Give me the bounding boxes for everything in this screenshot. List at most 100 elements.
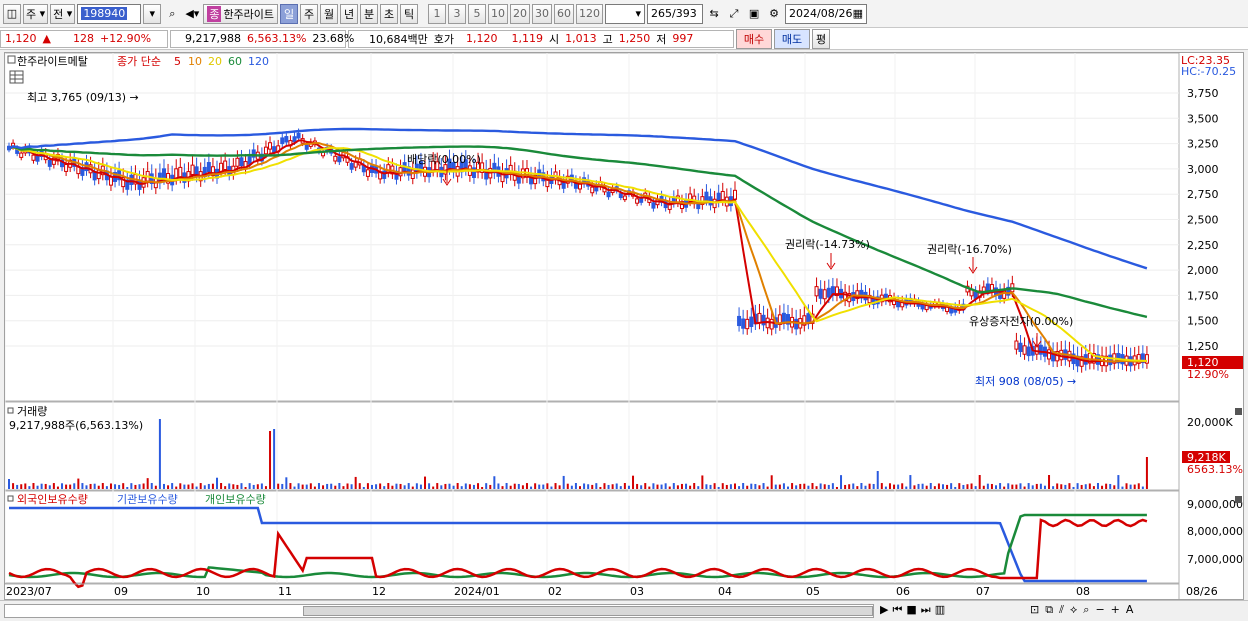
name-field[interactable]: 종 한주라이트 (203, 3, 279, 24)
code-dropdown-button[interactable]: ▾ (143, 3, 162, 24)
candle-body (732, 189, 737, 200)
price-panel[interactable] (4, 52, 1180, 402)
volume-bar (705, 484, 708, 489)
candle-body (1108, 354, 1113, 366)
copy-icon[interactable]: ⧉ (1045, 603, 1053, 617)
candle-body (35, 155, 40, 162)
plus-icon[interactable]: + (1111, 603, 1120, 617)
x-tick-label: 2024/01 (454, 585, 500, 598)
candle-body (651, 202, 656, 209)
volume-bar (778, 484, 781, 489)
price-y-tick: 2,750 (1187, 188, 1219, 201)
volume-bar (383, 486, 386, 489)
candle-body (1038, 344, 1043, 355)
volume-bar (897, 484, 900, 489)
interval-10[interactable]: 10 (488, 3, 509, 24)
chart-area[interactable]: 한주라이트메탈 종가 단순 5 10 20 60 120 LC:23.35 HC… (4, 52, 1244, 600)
volume-panel[interactable] (4, 401, 1180, 491)
volume-bar (379, 483, 382, 489)
code-input[interactable]: 198940 (77, 3, 142, 24)
holder-panel[interactable] (4, 490, 1180, 584)
minus-icon[interactable]: − (1095, 603, 1104, 617)
volume-bar (921, 483, 924, 489)
sell-button[interactable]: 매도 (774, 28, 810, 49)
play-icon[interactable]: ▶ (880, 603, 888, 617)
volume-bar (636, 483, 639, 489)
volume-bar (941, 484, 944, 489)
volume-bar (562, 475, 565, 489)
window-menu-button[interactable]: ◫ (3, 3, 21, 24)
speaker-icon[interactable]: ◀▾ (183, 4, 201, 24)
volume-bar (583, 483, 586, 489)
candle-body (1018, 342, 1023, 353)
candle-body (814, 286, 819, 297)
volume-bar (607, 484, 610, 489)
horizontal-scrollbar[interactable] (4, 604, 874, 618)
quote-low: 997 (672, 32, 694, 45)
quote-high: 1,250 (618, 32, 651, 45)
stock-name: 한주라이트 (223, 7, 275, 21)
count-display[interactable]: 265/393 (647, 3, 704, 24)
volume-bar (167, 485, 170, 489)
price-panel-title: 한주라이트메탈 (17, 55, 88, 68)
save-icon[interactable]: ▣ (745, 4, 763, 24)
pattern-icon[interactable]: ⫽ (1059, 603, 1064, 617)
compare-icon[interactable]: ⇆ (705, 4, 723, 24)
volume-bar (101, 483, 104, 489)
period-week[interactable]: 주 (300, 3, 319, 24)
volume-bar (56, 486, 59, 489)
interval-custom-input[interactable]: ▾ (605, 3, 646, 24)
period-year[interactable]: 년 (340, 3, 359, 24)
period-second[interactable]: 초 (380, 3, 399, 24)
interval-30[interactable]: 30 (532, 3, 553, 24)
stop-icon[interactable]: ■ (906, 603, 916, 617)
period-day[interactable]: 일 (280, 3, 299, 24)
period-minute[interactable]: 분 (360, 3, 379, 24)
volume-bar (1105, 483, 1108, 489)
gear-icon[interactable]: ⚙ (765, 4, 783, 24)
volume-bar (89, 483, 92, 489)
prev-code-button[interactable]: 전 ▾ (50, 3, 76, 24)
volume-bar (162, 483, 165, 489)
buy-button[interactable]: 매수 (736, 28, 772, 49)
zoom-icon[interactable]: ⌕ (1083, 603, 1089, 617)
period-select[interactable]: 주 ▾ (23, 3, 49, 24)
volume-bar (799, 483, 802, 489)
period-tick[interactable]: 틱 (400, 3, 419, 24)
candle-body (239, 157, 244, 167)
interval-5[interactable]: 5 (468, 3, 487, 24)
volume-bar (652, 483, 655, 489)
interval-3[interactable]: 3 (448, 3, 467, 24)
eval-button[interactable]: 평 (812, 28, 830, 49)
date-input[interactable]: 2024/08/26 ▦ (785, 3, 868, 24)
period-month[interactable]: 월 (320, 3, 339, 24)
split-icon[interactable]: ▥ (935, 603, 945, 617)
interval-1[interactable]: 1 (428, 3, 447, 24)
volume-bar (558, 485, 561, 489)
candle-body (268, 142, 273, 150)
interval-20[interactable]: 20 (510, 3, 531, 24)
x-tick-label: 06 (896, 585, 910, 598)
interval-120[interactable]: 120 (576, 3, 604, 24)
volume-bar (1035, 483, 1038, 489)
interval-60[interactable]: 60 (554, 3, 575, 24)
holder-close-icon[interactable] (1235, 496, 1242, 503)
volume-bar (370, 484, 373, 489)
table-icon[interactable] (9, 70, 24, 84)
last-icon[interactable]: ⏭ (921, 603, 931, 617)
volume-bar (264, 486, 267, 489)
chart-svg[interactable]: 한주라이트메탈 종가 단순 5 10 20 60 120 LC:23.35 HC… (4, 52, 1243, 599)
scroll-thumb[interactable] (303, 606, 873, 616)
tool-icon[interactable]: ⟡ (1070, 603, 1077, 617)
compare-view-icon[interactable]: ⊡ (1030, 603, 1039, 617)
hc-label: HC:-70.25 (1181, 65, 1236, 78)
volume-close-icon[interactable] (1235, 408, 1242, 415)
search-icon[interactable]: ⌕ (163, 4, 181, 24)
volume-bar (1068, 483, 1071, 489)
calendar-icon[interactable]: ▦ (853, 7, 863, 20)
candle-body (223, 160, 228, 171)
font-icon[interactable]: A (1126, 603, 1134, 617)
volume-bar (1133, 484, 1136, 489)
first-icon[interactable]: ⏮ (892, 603, 902, 617)
crosshair-icon[interactable]: ⤢ (725, 4, 743, 24)
